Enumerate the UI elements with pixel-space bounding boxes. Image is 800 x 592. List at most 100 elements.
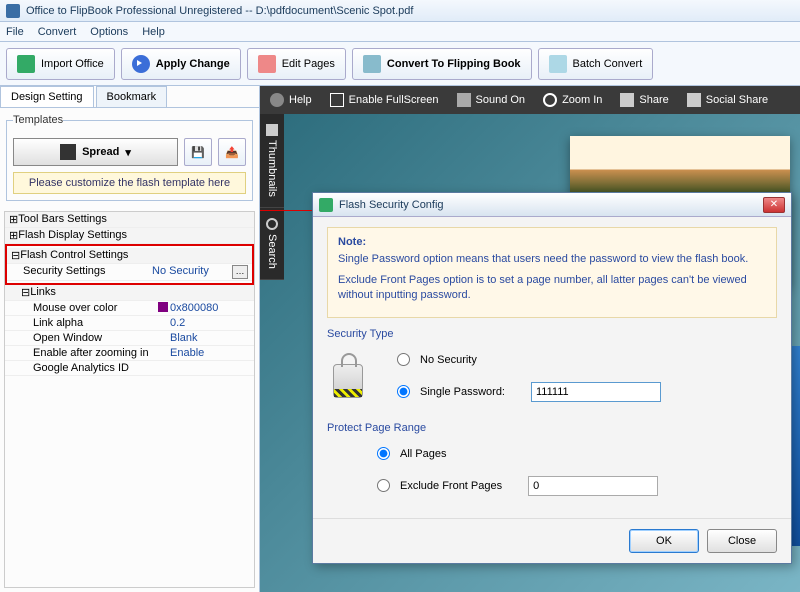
tree-enable-after-zoom[interactable]: Enable after zooming inEnable xyxy=(5,346,254,361)
note-box: Note: Single Password option means that … xyxy=(327,227,777,318)
dialog-icon xyxy=(319,198,333,212)
import-icon xyxy=(17,55,35,73)
menu-file[interactable]: File xyxy=(6,26,24,38)
viewer-side-tabs: Thumbnails Search xyxy=(260,114,284,280)
edit-label: Edit Pages xyxy=(282,58,335,70)
security-ellipsis-button[interactable]: … xyxy=(232,265,248,279)
tab-design-setting[interactable]: Design Setting xyxy=(0,86,94,107)
spread-label: Spread xyxy=(82,146,119,158)
batch-convert-button[interactable]: Batch Convert xyxy=(538,48,654,80)
tree-google-analytics[interactable]: Google Analytics ID xyxy=(5,361,254,376)
lock-icon xyxy=(333,364,363,398)
convert-icon xyxy=(363,55,381,73)
export-template-button[interactable]: 📤 xyxy=(218,138,246,166)
close-button[interactable]: Close xyxy=(707,529,777,553)
protect-range-label: Protect Page Range xyxy=(327,422,777,434)
dialog-buttons: OK Close xyxy=(313,518,791,563)
all-pages-radio[interactable] xyxy=(377,447,390,460)
help-icon xyxy=(270,93,284,107)
tree-open-window[interactable]: Open WindowBlank xyxy=(5,331,254,346)
thumbnails-icon xyxy=(266,124,278,136)
window-title: Office to FlipBook Professional Unregist… xyxy=(26,5,413,17)
dialog-close-button[interactable]: ✕ xyxy=(763,197,785,213)
social-icon xyxy=(687,93,701,107)
title-bar: Office to FlipBook Professional Unregist… xyxy=(0,0,800,22)
left-tabs: Design Setting Bookmark xyxy=(0,86,259,108)
tree-security-settings[interactable]: Security Settings No Security … xyxy=(7,264,252,281)
templates-label: Templates xyxy=(13,114,63,126)
note-line-2: Exclude Front Pages option is to set a p… xyxy=(338,273,766,303)
tree-flash-display[interactable]: ⊞ Flash Display Settings xyxy=(5,228,254,244)
menu-options[interactable]: Options xyxy=(90,26,128,38)
menu-help[interactable]: Help xyxy=(142,26,165,38)
export-icon: 📤 xyxy=(225,146,239,159)
dialog-title: Flash Security Config xyxy=(339,199,763,211)
no-security-label: No Security xyxy=(420,354,477,366)
tree-mouse-over-color[interactable]: Mouse over color0x800080 xyxy=(5,301,254,316)
security-value: No Security xyxy=(152,265,232,279)
edit-pages-button[interactable]: Edit Pages xyxy=(247,48,346,80)
all-pages-label: All Pages xyxy=(400,448,446,460)
viewer-sound-button[interactable]: Sound On xyxy=(457,93,526,107)
book-icon xyxy=(60,144,76,160)
sidetab-thumbnails[interactable]: Thumbnails xyxy=(260,114,284,208)
viewer-share-button[interactable]: Share xyxy=(620,93,668,107)
flash-security-dialog: Flash Security Config ✕ Note: Single Pas… xyxy=(312,192,792,564)
exclude-front-radio[interactable] xyxy=(377,479,390,492)
tree-tool-bars[interactable]: ⊞ Tool Bars Settings xyxy=(5,212,254,228)
color-swatch xyxy=(158,302,168,312)
settings-tree[interactable]: ⊞ Tool Bars Settings ⊞ Flash Display Set… xyxy=(4,211,255,588)
single-password-radio[interactable] xyxy=(397,385,410,398)
viewer-toolbar: Help Enable FullScreen Sound On Zoom In … xyxy=(260,86,800,114)
apply-label: Apply Change xyxy=(156,58,230,70)
tree-flash-control[interactable]: ⊟ Flash Control Settings xyxy=(7,248,252,264)
sidetab-search[interactable]: Search xyxy=(260,208,284,280)
apply-change-button[interactable]: Apply Change xyxy=(121,48,241,80)
app-icon xyxy=(6,4,20,18)
convert-to-flipping-button[interactable]: Convert To Flipping Book xyxy=(352,48,532,80)
main-toolbar: Import Office Apply Change Edit Pages Co… xyxy=(0,42,800,86)
tree-links[interactable]: ⊟ Links xyxy=(5,285,254,301)
security-label: Security Settings xyxy=(23,265,152,279)
viewer-zoom-button[interactable]: Zoom In xyxy=(543,93,602,107)
note-heading: Note: xyxy=(338,236,766,248)
fullscreen-icon xyxy=(330,93,344,107)
viewer-fullscreen-button[interactable]: Enable FullScreen xyxy=(330,93,439,107)
password-input[interactable] xyxy=(531,382,661,402)
templates-box: Templates Spread ▾ 💾 📤 Please customize t… xyxy=(6,114,253,201)
exclude-front-label: Exclude Front Pages xyxy=(400,480,502,492)
apply-icon xyxy=(132,55,150,73)
flash-control-highlight: ⊟ Flash Control Settings Security Settin… xyxy=(5,244,254,285)
ok-button[interactable]: OK xyxy=(629,529,699,553)
search-icon xyxy=(266,218,278,230)
note-line-1: Single Password option means that users … xyxy=(338,252,766,267)
no-security-radio[interactable] xyxy=(397,353,410,366)
import-office-button[interactable]: Import Office xyxy=(6,48,115,80)
batch-icon xyxy=(549,55,567,73)
batch-label: Batch Convert xyxy=(573,58,643,70)
viewer-social-button[interactable]: Social Share xyxy=(687,93,768,107)
convert-label: Convert To Flipping Book xyxy=(387,58,521,70)
floppy-icon: 💾 xyxy=(191,146,205,159)
import-label: Import Office xyxy=(41,58,104,70)
dropdown-icon: ▾ xyxy=(125,146,131,159)
security-type-group: Security Type No Security Single Passwor… xyxy=(327,328,777,410)
preview-area: Help Enable FullScreen Sound On Zoom In … xyxy=(260,86,800,592)
security-type-label: Security Type xyxy=(327,328,777,340)
tree-link-alpha[interactable]: Link alpha0.2 xyxy=(5,316,254,331)
dialog-title-bar[interactable]: Flash Security Config ✕ xyxy=(313,193,791,217)
sound-icon xyxy=(457,93,471,107)
viewer-help-button[interactable]: Help xyxy=(270,93,312,107)
customize-message: Please customize the flash template here xyxy=(13,172,246,194)
menu-convert[interactable]: Convert xyxy=(38,26,77,38)
tab-bookmark[interactable]: Bookmark xyxy=(96,86,168,107)
edit-icon xyxy=(258,55,276,73)
spread-template-button[interactable]: Spread ▾ xyxy=(13,138,178,166)
save-template-button[interactable]: 💾 xyxy=(184,138,212,166)
menu-bar: File Convert Options Help xyxy=(0,22,800,42)
left-panel: Design Setting Bookmark Templates Spread… xyxy=(0,86,260,592)
zoom-icon xyxy=(543,93,557,107)
exclude-pages-input[interactable] xyxy=(528,476,658,496)
share-icon xyxy=(620,93,634,107)
single-password-label: Single Password: xyxy=(420,386,505,398)
